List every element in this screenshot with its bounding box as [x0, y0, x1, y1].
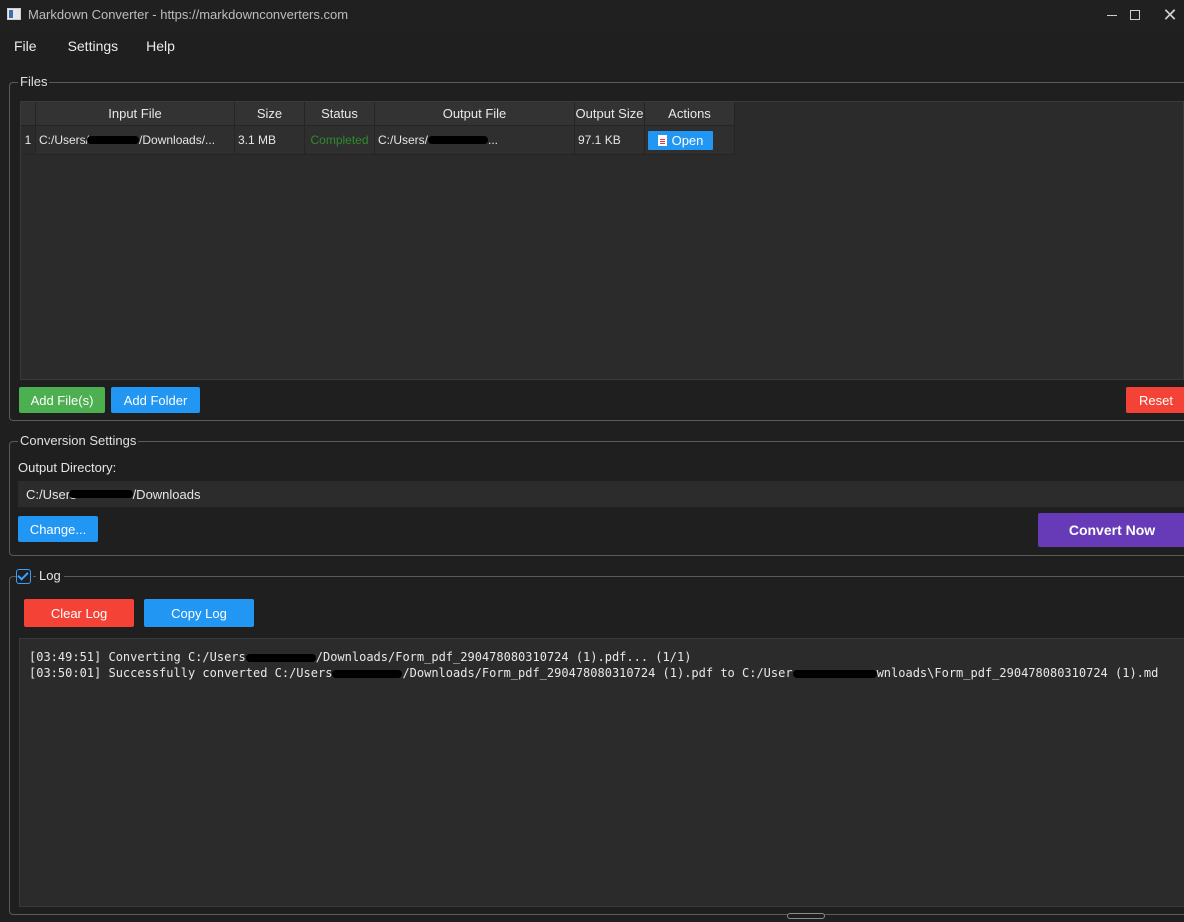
open-button[interactable]: Open	[648, 130, 713, 150]
table-header: Input File Size Status Output File Outpu…	[21, 102, 735, 126]
cell-size: 3.1 MB	[235, 126, 305, 155]
add-files-button[interactable]: Add File(s)	[19, 387, 105, 413]
cell-output-file: C:/Users/...	[375, 126, 575, 155]
input-path-prefix: C:/Users/	[39, 133, 90, 147]
log-line-text: wnloads\Form_pdf_290478080310724 (1).md	[876, 666, 1159, 680]
redacted-username	[87, 136, 140, 144]
input-path-suffix: /Downloads/...	[139, 133, 216, 147]
output-path-suffix: ...	[488, 133, 499, 147]
copy-log-button[interactable]: Copy Log	[144, 599, 254, 627]
app-icon	[7, 8, 21, 20]
conversion-group-title: Conversion Settings	[18, 433, 139, 448]
log-line-text: /Downloads/Form_pdf_290478080310724 (1).…	[315, 650, 692, 664]
checkmark-icon	[16, 569, 31, 584]
header-status[interactable]: Status	[305, 102, 375, 126]
output-directory-label: Output Directory:	[18, 460, 117, 475]
redacted-username	[245, 653, 316, 662]
clear-log-button[interactable]: Clear Log	[24, 599, 134, 627]
title-bar: Markdown Converter - https://markdowncon…	[0, 0, 1184, 30]
document-icon	[657, 134, 667, 146]
redacted-username	[792, 669, 877, 678]
log-line: [03:49:51] Converting C:/Users/Downloads…	[29, 649, 1175, 665]
header-size[interactable]: Size	[235, 102, 305, 126]
redacted-username	[332, 669, 403, 678]
menu-file[interactable]: File	[0, 38, 54, 54]
row-number: 1	[21, 126, 36, 155]
files-group: Files Input File Size Status Output File…	[9, 74, 1184, 421]
header-output-size[interactable]: Output Size	[575, 102, 645, 126]
cell-status: Completed	[305, 126, 375, 155]
change-directory-button[interactable]: Change...	[18, 516, 98, 542]
open-button-label: Open	[671, 132, 704, 148]
header-output-file[interactable]: Output File	[375, 102, 575, 126]
close-button[interactable]: ✕	[1156, 0, 1184, 30]
add-folder-button[interactable]: Add Folder	[111, 387, 200, 413]
files-group-title: Files	[18, 74, 50, 89]
header-corner	[21, 102, 36, 126]
files-table[interactable]: Input File Size Status Output File Outpu…	[20, 101, 1184, 380]
output-directory-field[interactable]: C:/Users/Downloads	[18, 481, 1184, 507]
log-line-text: [03:49:51] Converting C:/Users	[29, 650, 246, 664]
menu-help[interactable]: Help	[132, 38, 189, 54]
log-line-text: /Downloads/Form_pdf_290478080310724 (1).…	[402, 666, 793, 680]
splitter-handle[interactable]	[787, 913, 825, 919]
menu-settings[interactable]: Settings	[54, 38, 133, 54]
maximize-icon	[1130, 10, 1140, 20]
redacted-username	[68, 490, 133, 498]
table-row[interactable]: 1 C:/Users/ /Downloads/... 3.1 MB Complet…	[21, 126, 735, 155]
maximize-button[interactable]	[1112, 0, 1158, 30]
log-line-text: [03:50:01] Successfully converted C:/Use…	[29, 666, 333, 680]
close-icon: ✕	[1162, 5, 1178, 25]
reset-button[interactable]: Reset	[1126, 387, 1184, 413]
redacted-username	[428, 136, 489, 144]
cell-output-size: 97.1 KB	[575, 126, 645, 155]
log-toggle-checkbox[interactable]	[16, 568, 33, 585]
header-input-file[interactable]: Input File	[36, 102, 235, 126]
log-group-title: Log	[36, 568, 64, 583]
output-path-prefix: C:/Users/	[378, 133, 429, 147]
log-output[interactable]: [03:49:51] Converting C:/Users/Downloads…	[19, 638, 1184, 907]
log-group: Log Clear Log Copy Log [03:49:51] Conver…	[9, 568, 1184, 915]
cell-input-file: C:/Users/ /Downloads/...	[36, 126, 235, 155]
convert-now-button[interactable]: Convert Now	[1038, 513, 1184, 547]
cell-actions: Open	[645, 126, 735, 155]
conversion-settings-group: Conversion Settings Output Directory: C:…	[9, 433, 1184, 556]
menu-bar: File Settings Help	[0, 30, 1184, 62]
output-dir-suffix: /Downloads	[132, 486, 201, 502]
log-line: [03:50:01] Successfully converted C:/Use…	[29, 665, 1175, 681]
window-title: Markdown Converter - https://markdowncon…	[28, 7, 349, 22]
header-actions[interactable]: Actions	[645, 102, 735, 126]
